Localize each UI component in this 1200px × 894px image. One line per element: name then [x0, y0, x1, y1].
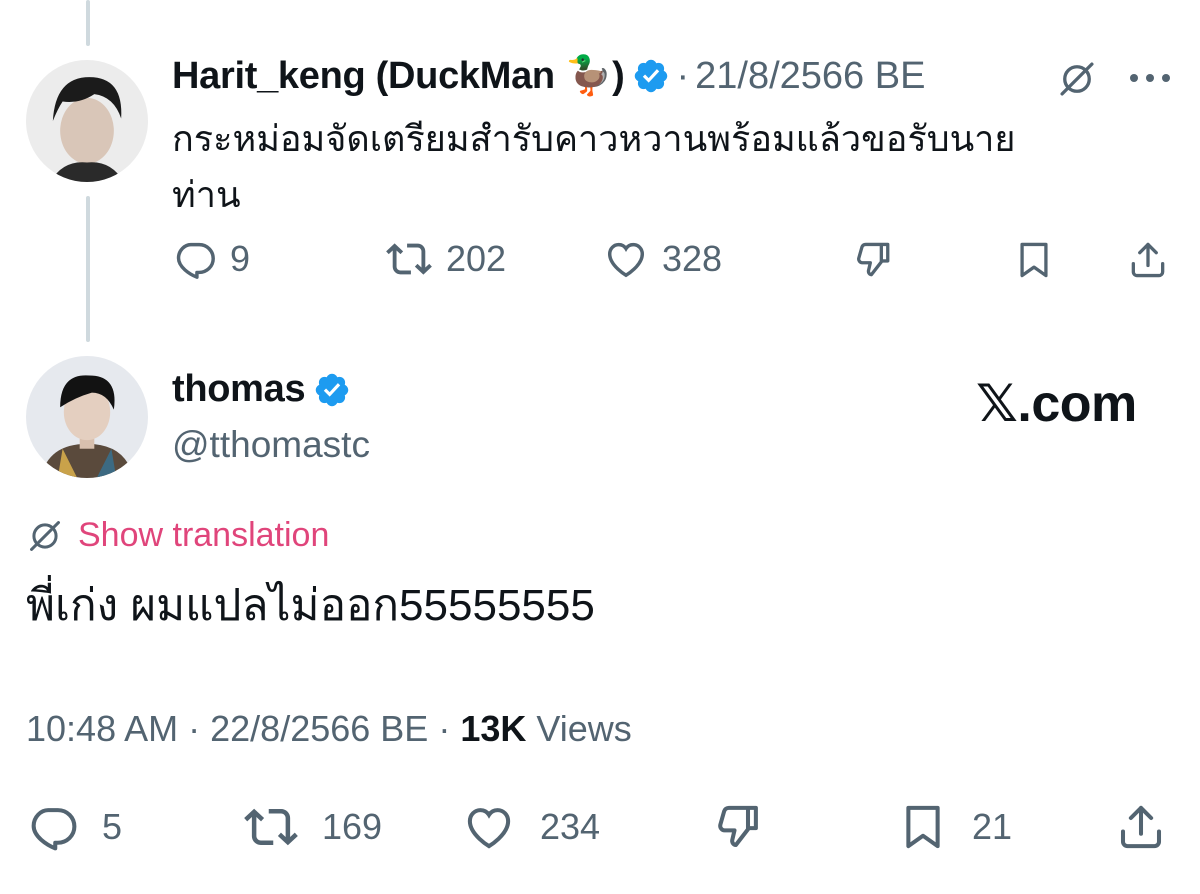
- bookmark-icon: [906, 805, 940, 849]
- translate-icon: [30, 520, 60, 551]
- views-count[interactable]: 13K: [460, 708, 526, 749]
- main-tweet-text: พี่เก่ง ผมแปลไม่ออก55555555: [26, 581, 595, 630]
- parent-like-button[interactable]: 328: [602, 236, 722, 282]
- parent-separator: ·: [676, 54, 690, 97]
- parent-date[interactable]: 21/8/2566 BE: [695, 55, 925, 98]
- parent-repost-button[interactable]: 202: [384, 236, 506, 282]
- parent-bookmark-button[interactable]: [1012, 238, 1056, 282]
- parent-dislike-button[interactable]: [852, 238, 896, 282]
- tweet-time[interactable]: 10:48 AM: [26, 708, 178, 749]
- main-tweet-header: thomas: [172, 368, 351, 411]
- main-reply-count: 5: [102, 806, 123, 847]
- verified-badge-icon: [635, 59, 668, 93]
- avatar-harit[interactable]: [26, 60, 148, 182]
- parent-tweet-text-line1: กระหม่อมจัดเตรียมสำรับคาวหวานพร้อมแล้วขอ…: [172, 118, 1016, 159]
- translate-icon[interactable]: [1056, 58, 1098, 100]
- thumbs-down-icon: [857, 242, 890, 277]
- like-icon: [467, 808, 511, 849]
- parent-tweet-text-line2: ท่าน: [172, 174, 241, 215]
- reply-icon: [31, 808, 77, 851]
- tweet-date[interactable]: 22/8/2566 BE: [210, 708, 428, 749]
- parent-reply-button[interactable]: 9: [172, 236, 250, 282]
- main-handle[interactable]: @tthomastc: [172, 424, 370, 466]
- parent-tweet-header: Harit_keng (DuckMan 🦆) · 21/8/2566 BE: [172, 54, 925, 98]
- timestamp-separator: ·: [188, 708, 201, 749]
- parent-repost-count: 202: [446, 238, 507, 279]
- main-repost-count: 169: [322, 806, 383, 847]
- main-reply-button[interactable]: 5: [26, 800, 122, 854]
- parent-share-button[interactable]: [1126, 238, 1170, 282]
- parent-display-name[interactable]: Harit_keng (DuckMan 🦆): [172, 54, 625, 98]
- verified-badge-icon: [316, 373, 349, 406]
- parent-like-count: 328: [662, 238, 723, 279]
- more-options-icon[interactable]: [1128, 72, 1172, 84]
- x-com-watermark: 𝕏.com: [976, 375, 1137, 433]
- tweet-timestamp: 10:48 AM · 22/8/2566 BE · 13K Views: [26, 708, 632, 750]
- thumbs-down-icon: [718, 805, 758, 848]
- show-translation-link[interactable]: Show translation: [26, 516, 329, 555]
- main-display-name[interactable]: thomas: [172, 368, 306, 411]
- main-share-button[interactable]: [1114, 800, 1168, 854]
- like-icon: [607, 242, 645, 278]
- thread-line-top: [86, 0, 90, 46]
- main-repost-button[interactable]: 169: [242, 800, 382, 854]
- reply-icon: [176, 242, 215, 279]
- repost-icon: [386, 243, 432, 275]
- main-like-count: 234: [540, 806, 601, 847]
- avatar-thomas[interactable]: [26, 356, 148, 478]
- show-translation-label[interactable]: Show translation: [78, 516, 329, 555]
- main-bookmark-button[interactable]: 21: [896, 800, 1012, 854]
- main-bookmark-count: 21: [972, 806, 1013, 847]
- share-icon: [1120, 805, 1162, 849]
- timestamp-separator-2: ·: [438, 708, 451, 749]
- share-icon: [1131, 242, 1165, 278]
- repost-icon: [244, 808, 298, 846]
- thread-line-middle: [86, 196, 90, 342]
- bookmark-icon: [1020, 242, 1048, 278]
- main-dislike-button[interactable]: [712, 800, 766, 854]
- parent-reply-count: 9: [230, 238, 251, 279]
- views-label: Views: [536, 708, 632, 749]
- main-like-button[interactable]: 234: [460, 800, 600, 854]
